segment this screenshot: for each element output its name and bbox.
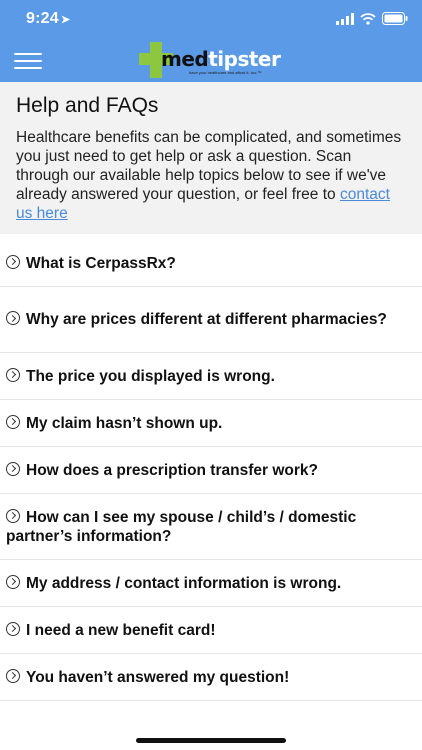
faq-question: How can I see my spouse / child’s / dome…	[6, 508, 357, 545]
chevron-circle-icon	[6, 574, 20, 589]
faq-item-text: My claim hasn’t shown up.	[6, 414, 222, 433]
chevron-circle-icon	[6, 367, 20, 382]
faq-item[interactable]: How can I see my spouse / child’s / dome…	[0, 494, 422, 560]
faq-item-text: How does a prescription transfer work?	[6, 461, 318, 480]
faq-list: What is CerpassRx? Why are prices differ…	[0, 240, 422, 701]
faq-question: Why are prices different at different ph…	[26, 311, 387, 328]
chevron-circle-icon	[6, 668, 20, 683]
intro-description: Healthcare benefits can be complicated, …	[16, 128, 406, 223]
faq-item[interactable]: What is CerpassRx?	[0, 240, 422, 287]
chevron-circle-icon	[6, 461, 20, 476]
help-intro: Help and FAQs Healthcare benefits can be…	[0, 82, 422, 234]
cellular-signal-icon	[336, 12, 354, 25]
chevron-circle-icon	[6, 508, 20, 523]
faq-question: I need a new benefit card!	[26, 621, 216, 639]
hamburger-menu-icon[interactable]	[14, 50, 42, 72]
location-arrow-icon: ➤	[60, 14, 71, 26]
status-time-text: 9:24	[26, 10, 59, 27]
faq-item-text: The price you displayed is wrong.	[6, 367, 275, 386]
logo-med: med	[161, 47, 209, 71]
logo-tipster: tipster	[208, 47, 281, 71]
battery-icon	[382, 12, 408, 25]
chevron-circle-icon	[6, 254, 20, 269]
faq-item[interactable]: I need a new benefit card!	[0, 607, 422, 654]
faq-item[interactable]: My address / contact information is wron…	[0, 560, 422, 607]
medtipster-logo: medtipster have your healthcare and affo…	[139, 42, 284, 78]
faq-question: My claim hasn’t shown up.	[26, 414, 223, 432]
logo-wordmark: medtipster	[161, 47, 281, 71]
faq-item-text: What is CerpassRx?	[6, 254, 176, 273]
wifi-icon	[360, 12, 376, 25]
chevron-circle-icon	[6, 621, 20, 636]
home-indicator	[136, 738, 286, 743]
faq-item[interactable]: How does a prescription transfer work?	[0, 447, 422, 494]
page-title: Help and FAQs	[16, 94, 159, 117]
logo-tagline: have your healthcare and afford it, too.…	[189, 70, 262, 75]
chevron-circle-icon	[6, 311, 20, 325]
faq-item-text: My address / contact information is wron…	[6, 574, 341, 593]
app-header: medtipster have your healthcare and affo…	[0, 40, 422, 82]
faq-item-text: I need a new benefit card!	[6, 621, 216, 640]
faq-question: You haven’t answered my question!	[26, 668, 290, 686]
status-icons	[336, 12, 408, 25]
status-bar: 9:24 ➤	[0, 0, 422, 40]
faq-question: What is CerpassRx?	[26, 254, 176, 272]
faq-item[interactable]: You haven’t answered my question!	[0, 654, 422, 701]
faq-question: How does a prescription transfer work?	[26, 461, 318, 479]
faq-item[interactable]: Why are prices different at different ph…	[0, 287, 422, 353]
faq-item-text: You haven’t answered my question!	[6, 668, 289, 687]
faq-question: The price you displayed is wrong.	[26, 367, 275, 385]
chevron-circle-icon	[6, 414, 20, 429]
faq-item-text: Why are prices different at different ph…	[6, 310, 387, 329]
faq-item[interactable]: My claim hasn’t shown up.	[0, 400, 422, 447]
faq-item[interactable]: The price you displayed is wrong.	[0, 353, 422, 400]
faq-item-text: How can I see my spouse / child’s / dome…	[6, 508, 402, 546]
status-time: 9:24 ➤	[26, 10, 70, 28]
faq-question: My address / contact information is wron…	[26, 574, 342, 592]
